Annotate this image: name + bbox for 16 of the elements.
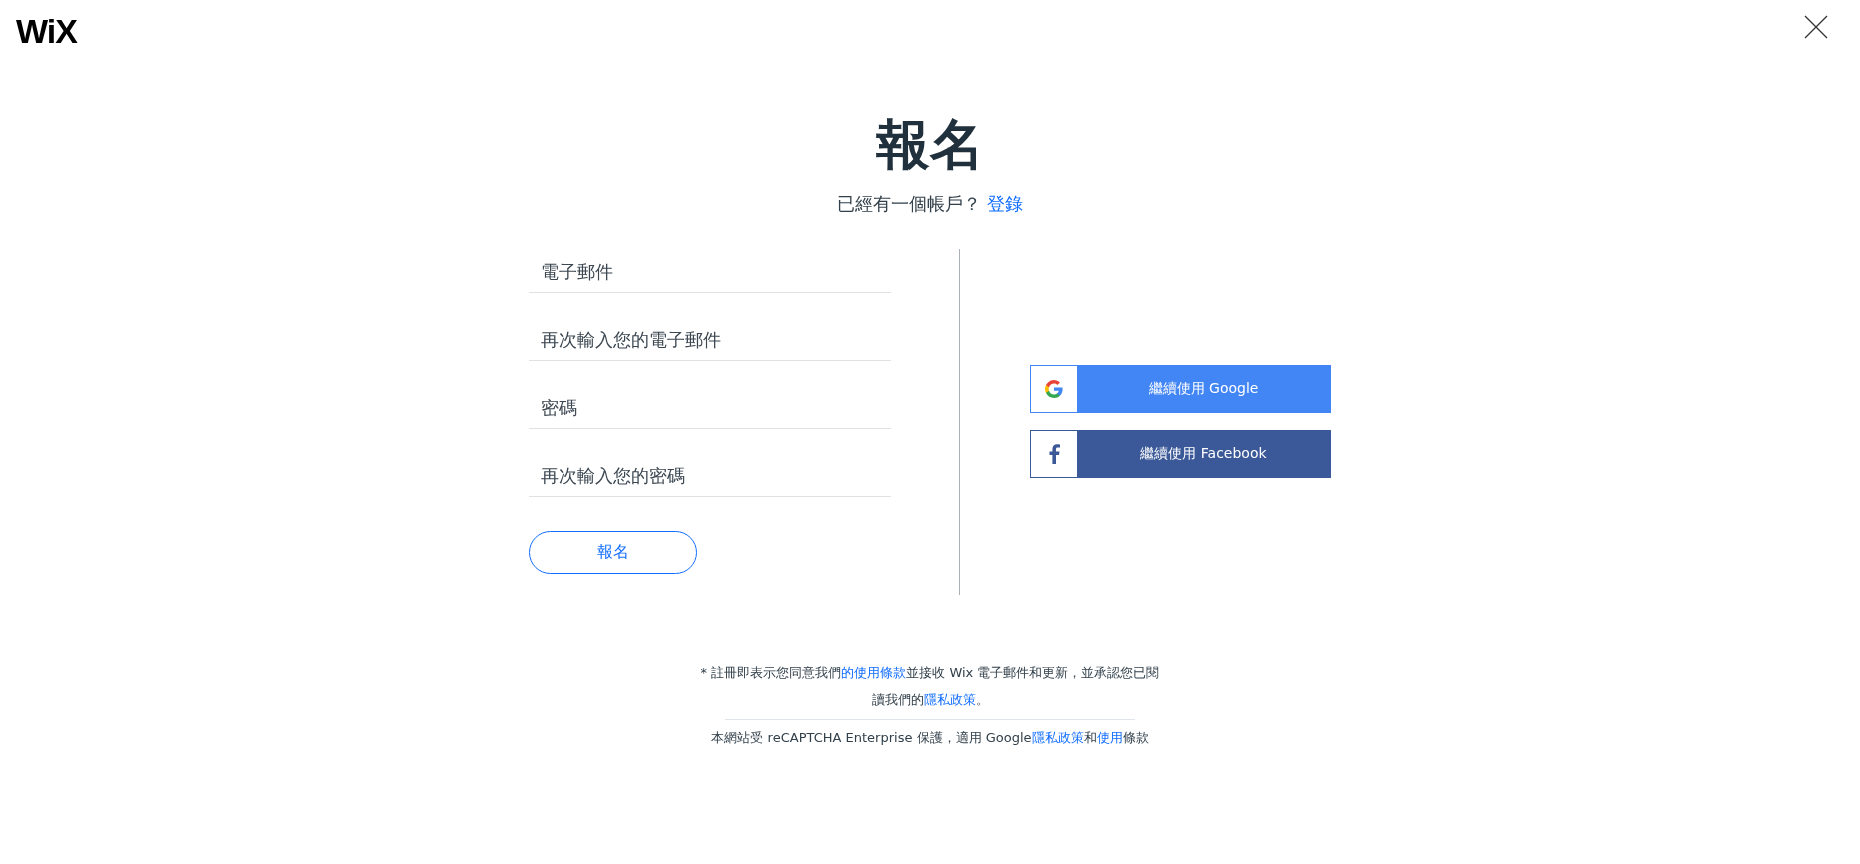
policy-link[interactable]: 使用 — [1096, 729, 1123, 745]
recaptcha-notice: 本網站受 reCAPTCHA Enterprise 保護，適用 Google隱私政策和使用條款 — [710, 728, 1150, 747]
google-icon — [1045, 380, 1063, 399]
login-link[interactable]: 登錄 — [987, 192, 1023, 214]
facebook-icon — [1048, 444, 1060, 465]
facebook-button[interactable]: 繼續使用 Facebook — [1030, 430, 1331, 479]
google-button[interactable]: 繼續使用 Google — [1030, 365, 1331, 414]
policy-link[interactable]: 隱私政策 — [1031, 729, 1084, 745]
policy-link[interactable]: 的使用條款 — [841, 664, 907, 680]
terms-notice: * 註冊即表示您同意我們的使用條款並接收 Wix 電子郵件和更新，並承認您已閱讀我們的隱私政策。 — [699, 663, 1161, 709]
policy-link[interactable]: 隱私政策 — [923, 691, 976, 707]
logo[interactable]: WiX — [16, 12, 77, 51]
account-prompt: 已經有一個帳戶？ — [837, 192, 981, 214]
signup-button[interactable]: 報名 — [529, 530, 697, 574]
page-title: 報名 — [876, 113, 984, 178]
close-icon[interactable] — [1804, 15, 1828, 39]
